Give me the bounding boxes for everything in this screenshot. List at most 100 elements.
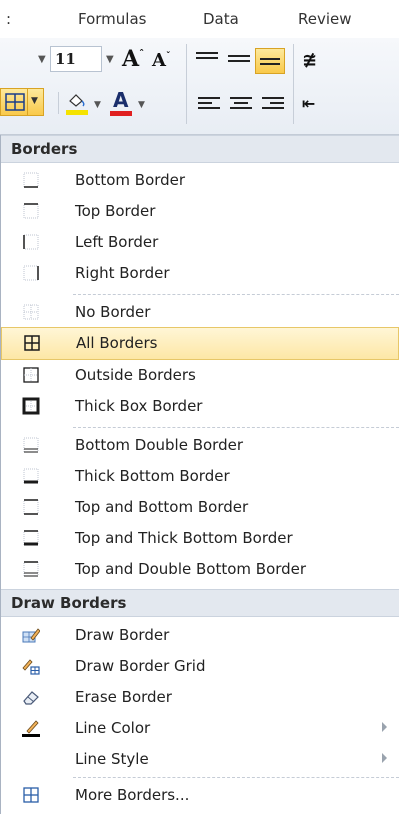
menu-item-more-borders[interactable]: More Borders... bbox=[1, 779, 399, 812]
menu-item-outside-borders[interactable]: Outside Borders bbox=[1, 359, 399, 392]
menu-item-left-border[interactable]: Left Border bbox=[1, 226, 399, 259]
more-borders-icon bbox=[23, 787, 39, 803]
excel-borders-dropdown-screenshot: : Formulas Data Review ▼ 11 ▼ Aˆ Aˇ ≇ ▼ … bbox=[0, 0, 399, 814]
borders-dropdown-arrow[interactable]: ▼ bbox=[31, 96, 38, 106]
menu-item-label: Bottom Double Border bbox=[75, 436, 243, 454]
all-borders-icon bbox=[24, 335, 40, 351]
eraser-icon bbox=[23, 691, 39, 705]
section-header-text: Borders bbox=[11, 140, 78, 158]
tab-home-partial[interactable]: : bbox=[6, 10, 11, 28]
menu-item-bottom-double-border[interactable]: Bottom Double Border bbox=[1, 429, 399, 462]
menu-item-draw-border[interactable]: Draw Border bbox=[1, 619, 399, 652]
font-size-dropdown-arrow[interactable]: ▼ bbox=[106, 54, 114, 65]
menu-section-header-borders: Borders bbox=[1, 135, 399, 163]
tab-formulas[interactable]: Formulas bbox=[78, 10, 146, 28]
grow-font-caret-icon: ˆ bbox=[139, 49, 145, 61]
menu-item-label: Erase Border bbox=[75, 688, 172, 706]
top-border-icon bbox=[23, 203, 39, 219]
all-borders-toolbar-icon bbox=[5, 93, 25, 111]
menu-separator bbox=[73, 294, 399, 295]
bottom-align-button-selected[interactable] bbox=[255, 48, 285, 74]
menu-item-line-color[interactable]: Line Color bbox=[1, 712, 399, 745]
top-and-bottom-border-icon bbox=[23, 499, 39, 515]
menu-item-top-and-thick-bottom-border[interactable]: Top and Thick Bottom Border bbox=[1, 522, 399, 555]
ribbon-home-panel: ▼ 11 ▼ Aˆ Aˇ ≇ ▼ ▼ A ▼ ⇤ bbox=[0, 38, 399, 135]
menu-item-draw-border-grid[interactable]: Draw Border Grid bbox=[1, 650, 399, 683]
decrease-indent-icon[interactable]: ⇤ bbox=[302, 94, 315, 113]
font-name-dropdown-arrow[interactable]: ▼ bbox=[38, 54, 46, 65]
bottom-double-border-icon bbox=[23, 437, 39, 453]
borders-button-active[interactable]: ▼ bbox=[0, 88, 44, 116]
align-center-icon[interactable] bbox=[230, 97, 252, 113]
top-and-double-bottom-border-icon bbox=[23, 561, 39, 577]
menu-item-right-border[interactable]: Right Border bbox=[1, 257, 399, 290]
menu-item-label: All Borders bbox=[76, 334, 158, 352]
left-border-icon bbox=[23, 234, 39, 250]
top-align-icon[interactable] bbox=[196, 52, 218, 68]
menu-item-no-border[interactable]: No Border bbox=[1, 296, 399, 329]
menu-item-label: Outside Borders bbox=[75, 366, 196, 384]
menu-item-label: Draw Border bbox=[75, 626, 170, 644]
paint-bucket-icon bbox=[69, 94, 85, 107]
borders-dropdown-menu: Borders Bottom Border Top Border Left Bo… bbox=[0, 135, 399, 814]
menu-item-bottom-border[interactable]: Bottom Border bbox=[1, 164, 399, 197]
menu-section-header-draw-borders: Draw Borders bbox=[1, 589, 399, 617]
font-color-button[interactable]: A bbox=[110, 88, 134, 116]
menu-item-label: Top Border bbox=[75, 202, 156, 220]
no-border-icon bbox=[23, 304, 39, 320]
menu-item-label: Right Border bbox=[75, 264, 170, 282]
menu-item-top-and-bottom-border[interactable]: Top and Bottom Border bbox=[1, 491, 399, 524]
section-header-text: Draw Borders bbox=[11, 594, 127, 612]
borders-split-divider bbox=[27, 89, 28, 115]
grow-font-glyph: A bbox=[122, 46, 140, 72]
align-right-icon[interactable] bbox=[262, 97, 284, 113]
menu-item-top-and-double-bottom-border[interactable]: Top and Double Bottom Border bbox=[1, 553, 399, 586]
draw-border-grid-icon bbox=[22, 659, 40, 675]
font-color-bar bbox=[110, 111, 132, 116]
bottom-border-icon bbox=[23, 172, 39, 188]
middle-align-icon[interactable] bbox=[228, 55, 250, 71]
line-color-pencil-icon bbox=[22, 720, 40, 737]
font-size-combo[interactable]: 11 bbox=[50, 46, 102, 72]
menu-item-label: No Border bbox=[75, 303, 151, 321]
ribbon-divider-small bbox=[58, 92, 59, 114]
shrink-font-glyph: A bbox=[152, 50, 166, 71]
menu-item-label: Line Color bbox=[75, 719, 151, 737]
menu-item-line-style[interactable]: Line Style bbox=[1, 743, 399, 776]
menu-item-label: Thick Box Border bbox=[75, 397, 203, 415]
menu-item-top-border[interactable]: Top Border bbox=[1, 195, 399, 228]
menu-item-label: Top and Bottom Border bbox=[75, 498, 249, 516]
menu-item-label: More Borders... bbox=[75, 786, 190, 804]
shrink-font-caret-icon: ˇ bbox=[165, 52, 171, 62]
grow-font-button[interactable]: Aˆ bbox=[122, 46, 144, 72]
menu-item-label: Top and Double Bottom Border bbox=[75, 560, 307, 578]
tab-data[interactable]: Data bbox=[203, 10, 239, 28]
menu-item-thick-bottom-border[interactable]: Thick Bottom Border bbox=[1, 460, 399, 493]
thick-bottom-border-icon bbox=[23, 468, 39, 484]
menu-separator bbox=[73, 427, 399, 428]
menu-item-all-borders[interactable]: All Borders bbox=[1, 327, 399, 360]
orientation-icon[interactable]: ≇ bbox=[302, 50, 317, 71]
menu-item-label: Bottom Border bbox=[75, 171, 186, 189]
fill-color-bar bbox=[66, 110, 88, 115]
font-color-glyph: A bbox=[113, 88, 129, 112]
menu-item-label: Left Border bbox=[75, 233, 159, 251]
submenu-arrow-icon bbox=[382, 722, 387, 732]
tab-review[interactable]: Review bbox=[298, 10, 352, 28]
font-size-value: 11 bbox=[55, 50, 76, 68]
ribbon-tab-strip: : Formulas Data Review bbox=[0, 0, 399, 39]
right-border-icon bbox=[23, 265, 39, 281]
menu-item-label: Thick Bottom Border bbox=[75, 467, 230, 485]
align-left-icon[interactable] bbox=[198, 97, 220, 113]
shrink-font-button[interactable]: Aˇ bbox=[152, 50, 170, 71]
submenu-arrow-icon bbox=[382, 753, 387, 763]
fill-color-dropdown-arrow[interactable]: ▼ bbox=[94, 100, 101, 110]
fill-color-button[interactable] bbox=[66, 92, 90, 116]
menu-item-label: Line Style bbox=[75, 750, 149, 768]
menu-item-thick-box-border[interactable]: Thick Box Border bbox=[1, 390, 399, 423]
draw-border-pencil-icon bbox=[22, 628, 40, 643]
menu-item-erase-border[interactable]: Erase Border bbox=[1, 681, 399, 714]
ribbon-group-divider bbox=[186, 44, 187, 124]
font-color-dropdown-arrow[interactable]: ▼ bbox=[138, 100, 145, 110]
outside-borders-icon bbox=[23, 367, 39, 383]
